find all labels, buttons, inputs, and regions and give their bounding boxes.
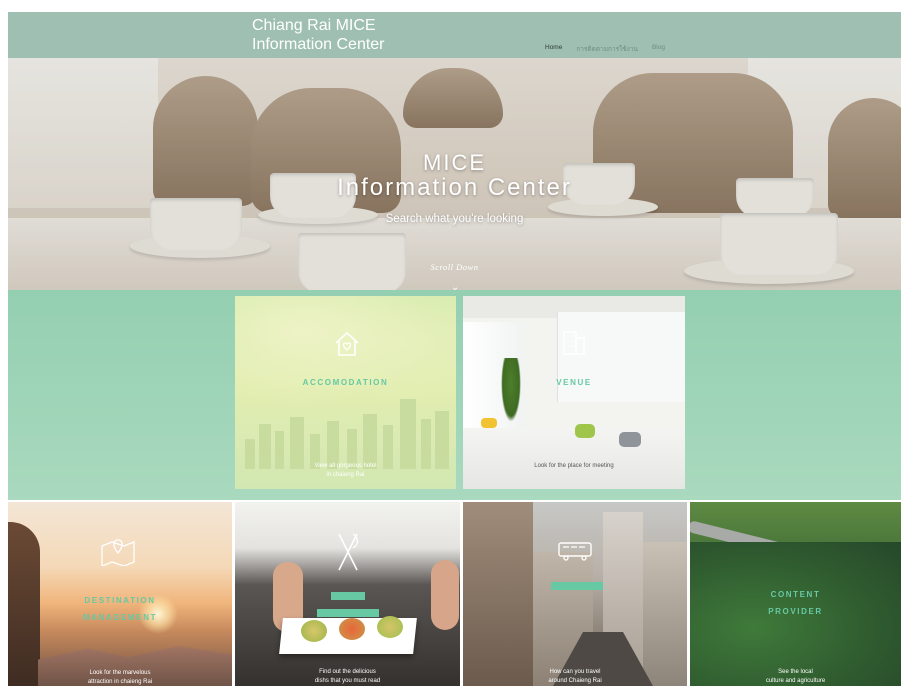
tile-food[interactable]: Find out the delicious dishs that you mu… [235,502,460,686]
skyline [435,411,449,469]
hero-title-mice: MICE [423,150,486,175]
main-nav: Home การติดตามการใช้งาน Blog [545,44,665,54]
dish [339,618,365,640]
site-title[interactable]: Chiang Rai MICE Information Center [252,16,385,54]
page: Chiang Rai MICE Information Center Home … [8,12,901,686]
skyline [363,414,377,469]
hand-right [431,560,459,630]
content-desc: See the local culture and agriculture [765,669,826,684]
chevron-down-icon[interactable]: ⌄ [451,282,459,290]
tile-venue[interactable]: VENUE Look for the place for meeting [463,296,685,489]
food-label-bar [331,592,365,600]
building [643,542,687,686]
venue-label: VENUE [556,378,592,387]
transport-label-bar [551,582,603,590]
chair-yellow [481,418,497,428]
chair-green [575,424,595,438]
destination-desc: Look for the marvelous attraction in cha… [87,670,153,685]
dish [301,620,327,642]
destination-label-1: DESTINATION [84,596,156,605]
bus-icon [558,542,592,561]
meeting-table [463,428,685,489]
accommodation-label: ACCOMODATION [302,378,389,387]
hero-banner: MICE Information Center Search what you'… [8,58,901,290]
building [463,502,533,686]
hero-search-prompt[interactable]: Search what you're looking [8,213,901,225]
nav-blog[interactable]: Blog [652,44,665,54]
food-desc: Find out the delicious dishs that you mu… [314,669,381,684]
tile-content-provider[interactable]: CONTENT PROVIDER See the local culture a… [690,502,901,686]
skyline [400,399,416,469]
fork-knife-icon [338,533,359,571]
map-icon [101,539,135,566]
building-icon [563,331,585,355]
food-label-bar [317,609,379,617]
site-header: Chiang Rai MICE Information Center Home … [8,12,901,58]
content-label-2: PROVIDER [768,607,823,616]
hero-title-info: Information Center [337,174,572,201]
transport-desc: How can you travel around Chaieng Rai [548,669,602,684]
nav-tracking[interactable]: การติดตามการใช้งาน [576,44,638,54]
destination-label-2: MANAGEMENT [82,613,158,622]
dish [377,616,403,638]
tile-destination-management[interactable]: DESTINATION MANAGEMENT Look for the marv… [8,502,232,686]
tile-transportation[interactable]: How can you travel around Chaieng Rai [463,502,687,686]
content-label-1: CONTENT [770,590,821,599]
tile-accommodation[interactable]: ACCOMODATION View all gorgeous hotel in … [235,296,456,489]
chair-gray [619,432,641,447]
house-icon [335,331,359,356]
venue-desc: Look for the place for meeting [534,463,614,469]
nav-home[interactable]: Home [545,44,562,54]
accommodation-desc: View all gorgeous hotel in chaieng Rai [314,463,377,478]
scroll-down-link[interactable]: Scroll Down [8,262,901,272]
